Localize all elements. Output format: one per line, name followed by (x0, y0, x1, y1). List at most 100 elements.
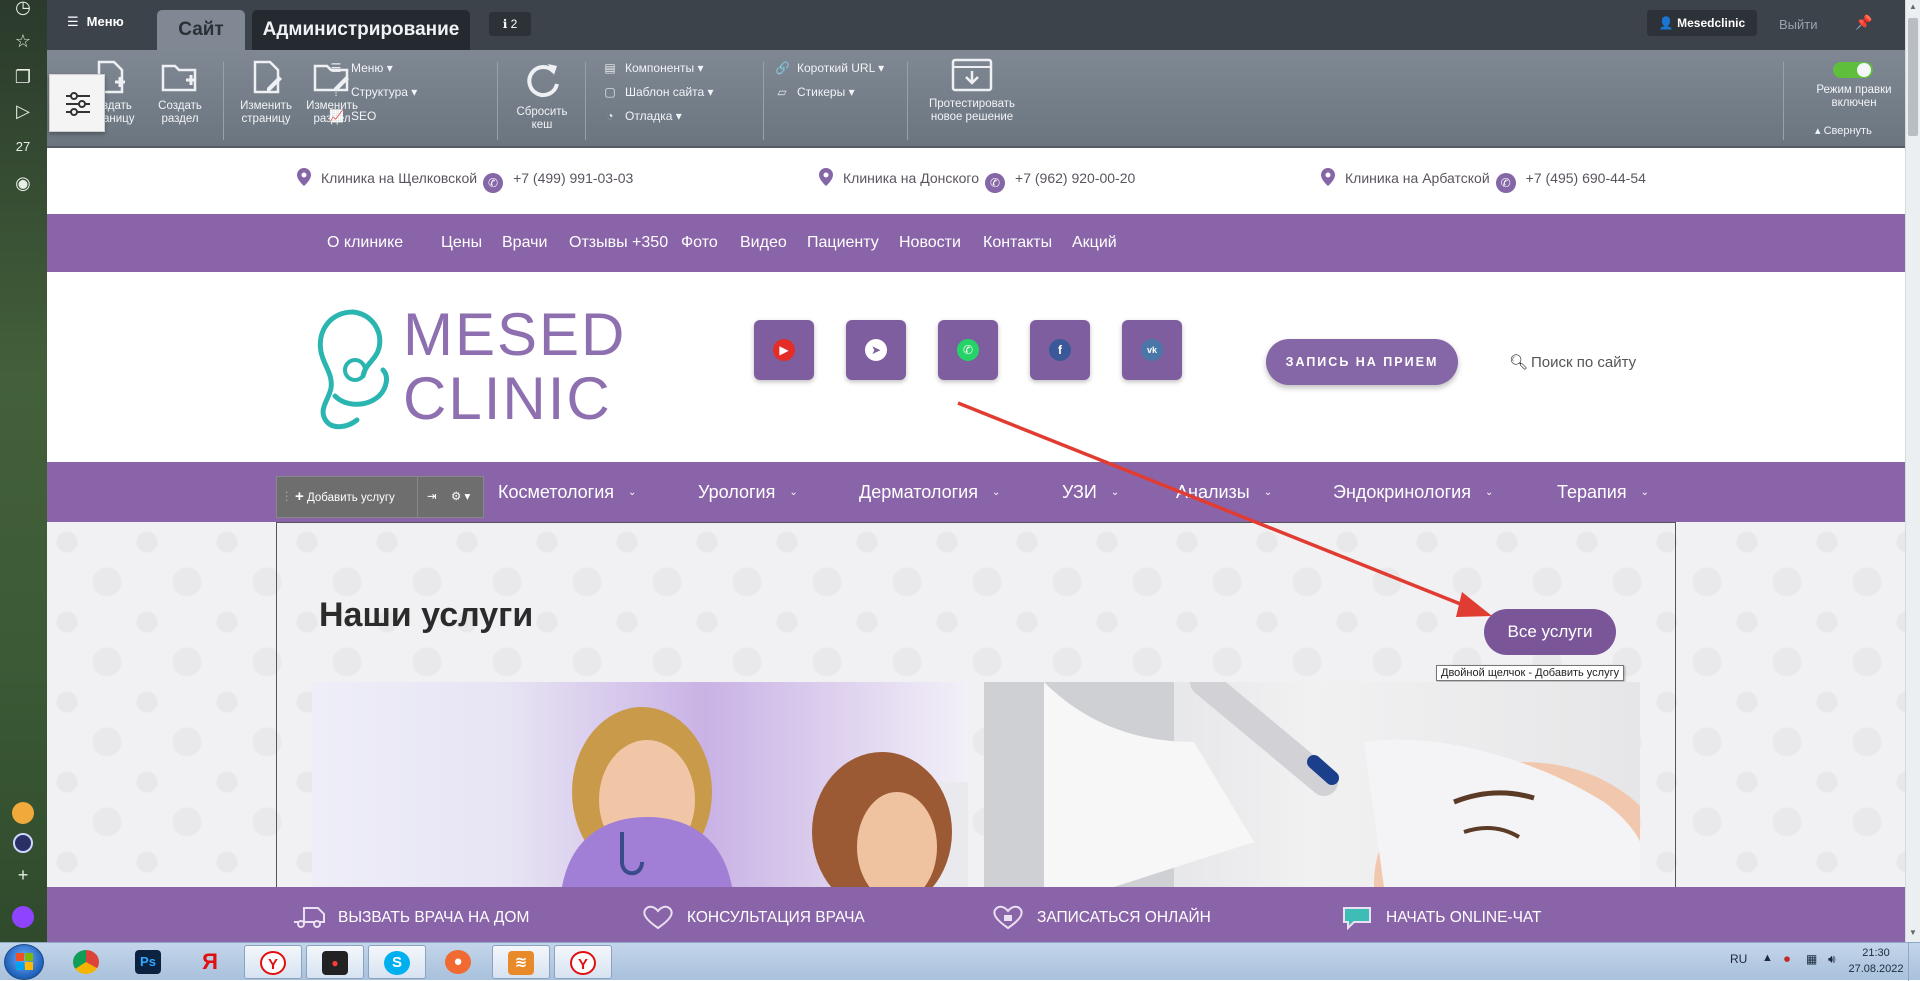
move-icon[interactable]: ⇥ (427, 477, 437, 517)
start-button[interactable] (4, 944, 44, 980)
collections-icon[interactable]: ❐ (10, 64, 36, 90)
browser-sidebar: ◷ ☆ ❐ ▷ 27 ◉ + (0, 0, 47, 942)
services-heading: Наши услуги (319, 596, 534, 634)
admin-panel-top: ☰ Меню Сайт Администрирование ℹ 2 👤 Mesed… (47, 0, 1905, 50)
taskbar-yandex[interactable]: Я (182, 945, 240, 979)
collapse-link[interactable]: ▴ Свернуть (1815, 124, 1872, 137)
phone-icon: ✆ (985, 173, 1006, 193)
taskbar-chrome[interactable] (58, 945, 116, 979)
taskbar-skype[interactable]: S (368, 945, 426, 979)
link-icon: 🔗 (775, 61, 790, 75)
nav-patient[interactable]: Пациенту (807, 234, 879, 252)
seo-tool[interactable]: 📈 SEO (329, 108, 376, 124)
logout-link[interactable]: Выйти (1779, 17, 1818, 32)
cat-analyses[interactable]: Анализы ⌄ (1176, 482, 1272, 503)
appointment-button[interactable]: ЗАПИСЬ НА ПРИЕМ (1266, 339, 1458, 385)
yandex-icon: Я (202, 949, 218, 974)
page-scrollbar[interactable]: ▲ ▼ (1905, 0, 1920, 942)
chevron-down-icon: ⌄ (1484, 487, 1494, 498)
call-doctor-home[interactable]: ВЫЗВАТЬ ВРАЧА НА ДОМ (292, 904, 529, 930)
admin-menu-button[interactable]: ☰ Меню (67, 14, 124, 30)
site-logo[interactable]: MESED CLINIC (309, 304, 649, 434)
cat-endocrinology[interactable]: Эндокринология ⌄ (1333, 482, 1493, 503)
start-online-chat[interactable]: НАЧАТЬ ONLINE-ЧАТ (1340, 904, 1542, 931)
gear-icon[interactable]: ⚙ ▾ (451, 477, 470, 517)
nav-prices[interactable]: Цены (441, 234, 482, 252)
search-input[interactable]: Поиск по сайту (1531, 354, 1636, 371)
tray-expand-icon[interactable]: ▲ (1762, 952, 1773, 964)
language-indicator[interactable]: RU (1730, 952, 1747, 966)
telegram-button[interactable]: ➤ (846, 320, 906, 380)
whatsapp-button[interactable]: ✆ (938, 320, 998, 380)
volume-icon[interactable]: 🔊︎ (1828, 952, 1836, 967)
create-section-tool[interactable]: Создать раздел (145, 58, 215, 126)
screenshot-icon[interactable]: ◉ (10, 170, 36, 196)
media-icon[interactable]: ▷ (10, 98, 36, 124)
history-icon[interactable]: ◷ (10, 0, 36, 20)
user-button[interactable]: 👤 Mesedclinic (1647, 10, 1757, 36)
components-tool[interactable]: ▤ Компоненты ▾ (603, 60, 703, 76)
scrollbar-thumb[interactable] (1908, 18, 1918, 136)
site-search[interactable]: 🔍︎ Поиск по сайту (1509, 351, 1669, 375)
nav-photo[interactable]: Фото (681, 234, 718, 252)
tab-site[interactable]: Сайт (157, 10, 245, 50)
edit-mode-toggle[interactable] (1833, 62, 1873, 78)
phone-icon: ✆ (483, 173, 504, 193)
contact-donskogo: Клиника на Донского ✆ +7 (962) 920-00-20 (819, 168, 1135, 193)
chevron-down-icon: ⌄ (789, 487, 798, 498)
doctor-consultation[interactable]: КОНСУЛЬТАЦИЯ ВРАЧА (641, 904, 865, 930)
bookmarks-icon[interactable]: ☆ (10, 28, 36, 54)
taskbar-yandex-browser-2[interactable]: Y (554, 945, 612, 979)
facebook-button[interactable]: f (1030, 320, 1090, 380)
download-window-icon (951, 58, 993, 92)
stickers-tool[interactable]: ▱ Стикеры ▾ (775, 84, 854, 100)
taskbar-maps[interactable]: ● (430, 945, 488, 979)
add-service-button[interactable]: + Добавить услугу (295, 477, 395, 518)
nav-video[interactable]: Видео (740, 234, 787, 252)
nav-promotions[interactable]: Акций (1072, 234, 1117, 252)
taskbar-yandex-browser[interactable]: Y (244, 945, 302, 979)
debug-tool[interactable]: ◔ Отладка ▾ (603, 108, 681, 124)
app-icon-1[interactable] (10, 800, 36, 826)
reset-cache-tool[interactable]: Сбросить кеш (507, 58, 577, 132)
tab-administration[interactable]: Администрирование (252, 10, 470, 50)
menu-tool[interactable]: ☰ Меню ▾ (329, 60, 393, 76)
nav-reviews[interactable]: Отзывы +350 (569, 234, 668, 252)
info-icon: ℹ (502, 17, 508, 31)
show-desktop-button[interactable] (1908, 943, 1920, 981)
tray-recorder-icon[interactable]: ⏺ (1784, 952, 1790, 967)
vk-button[interactable]: vk (1122, 320, 1182, 380)
nav-news[interactable]: Новости (899, 234, 961, 252)
add-panel-icon[interactable]: + (10, 862, 36, 888)
taskbar-photoshop[interactable]: Ps (120, 945, 178, 979)
network-icon[interactable]: ▦ (1806, 952, 1817, 966)
calendar-icon[interactable]: 27 (10, 134, 36, 160)
service-card-image-doctor[interactable] (312, 682, 968, 887)
taskbar-screen-recorder[interactable]: ● (306, 945, 364, 979)
cat-urology[interactable]: Урология ⌄ (698, 482, 798, 503)
pin-icon[interactable]: 📌 (1855, 14, 1872, 31)
edit-page-tool[interactable]: Изменить страницу (231, 58, 301, 126)
site-template-tool[interactable]: ▢ Шаблон сайта ▾ (603, 84, 713, 100)
nav-contacts[interactable]: Контакты (983, 234, 1052, 252)
taskbar-app[interactable]: ≋ (492, 945, 550, 979)
book-online[interactable]: ЗАПИСАТЬСЯ ОНЛАЙН (991, 904, 1211, 930)
youtube-button[interactable]: ▶ (754, 320, 814, 380)
cat-therapy[interactable]: Терапия ⌄ (1557, 482, 1649, 503)
app-icon-2[interactable] (10, 830, 36, 856)
yandex-browser-icon: Y (260, 951, 286, 975)
clock[interactable]: 21:30 27.08.2022 (1848, 945, 1904, 977)
short-url-tool[interactable]: 🔗 Короткий URL ▾ (775, 60, 884, 76)
assistant-icon[interactable] (10, 904, 36, 930)
settings-panel-button[interactable] (49, 74, 105, 132)
all-services-button[interactable]: Все услуги (1484, 609, 1616, 655)
nav-doctors[interactable]: Врачи (502, 234, 547, 252)
notifications-button[interactable]: ℹ 2 (489, 12, 531, 36)
service-card-image-cosmetology[interactable] (984, 682, 1640, 887)
cat-cosmetology[interactable]: Косметология ⌄ (498, 482, 636, 503)
test-solution-tool[interactable]: Протестировать новое решение (917, 58, 1027, 124)
cat-ultrasound[interactable]: УЗИ ⌄ (1062, 482, 1119, 503)
structure-tool[interactable]: ⁞ Структура ▾ (329, 84, 417, 100)
cat-dermatology[interactable]: Дерматология ⌄ (859, 482, 1000, 503)
nav-about[interactable]: О клинике (327, 234, 403, 252)
